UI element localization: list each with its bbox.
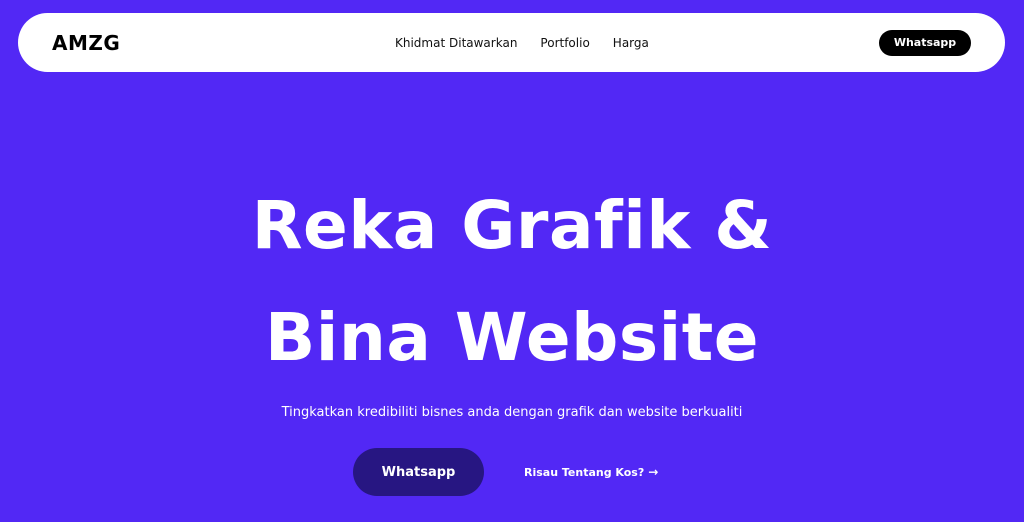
hero-whatsapp-button[interactable]: Whatsapp: [353, 448, 484, 496]
navbar: AMZG Khidmat Ditawarkan Portfolio Harga …: [18, 13, 1005, 72]
brand-logo[interactable]: AMZG: [52, 31, 120, 55]
landing-page: AMZG Khidmat Ditawarkan Portfolio Harga …: [0, 0, 1024, 522]
nav-link-harga[interactable]: Harga: [613, 36, 649, 50]
nav-links: Khidmat Ditawarkan Portfolio Harga: [395, 36, 649, 50]
hero-title: Reka Grafik & Bina Website: [0, 170, 1024, 394]
arrow-right-icon: →: [648, 465, 659, 479]
pricing-concern-label: Risau Tentang Kos?: [524, 465, 645, 479]
hero-subtitle: Tingkatkan kredibiliti bisnes anda denga…: [281, 405, 743, 420]
nav-link-khidmat[interactable]: Khidmat Ditawarkan: [395, 36, 517, 50]
pricing-concern-link[interactable]: Risau Tentang Kos? →: [524, 465, 658, 479]
nav-link-portfolio[interactable]: Portfolio: [540, 36, 589, 50]
hero-title-line-1: Reka Grafik &: [251, 187, 773, 264]
hero-title-line-2: Bina Website: [264, 299, 760, 376]
nav-whatsapp-button[interactable]: Whatsapp: [879, 29, 971, 56]
hero-actions: Whatsapp Risau Tentang Kos? →: [353, 448, 658, 496]
